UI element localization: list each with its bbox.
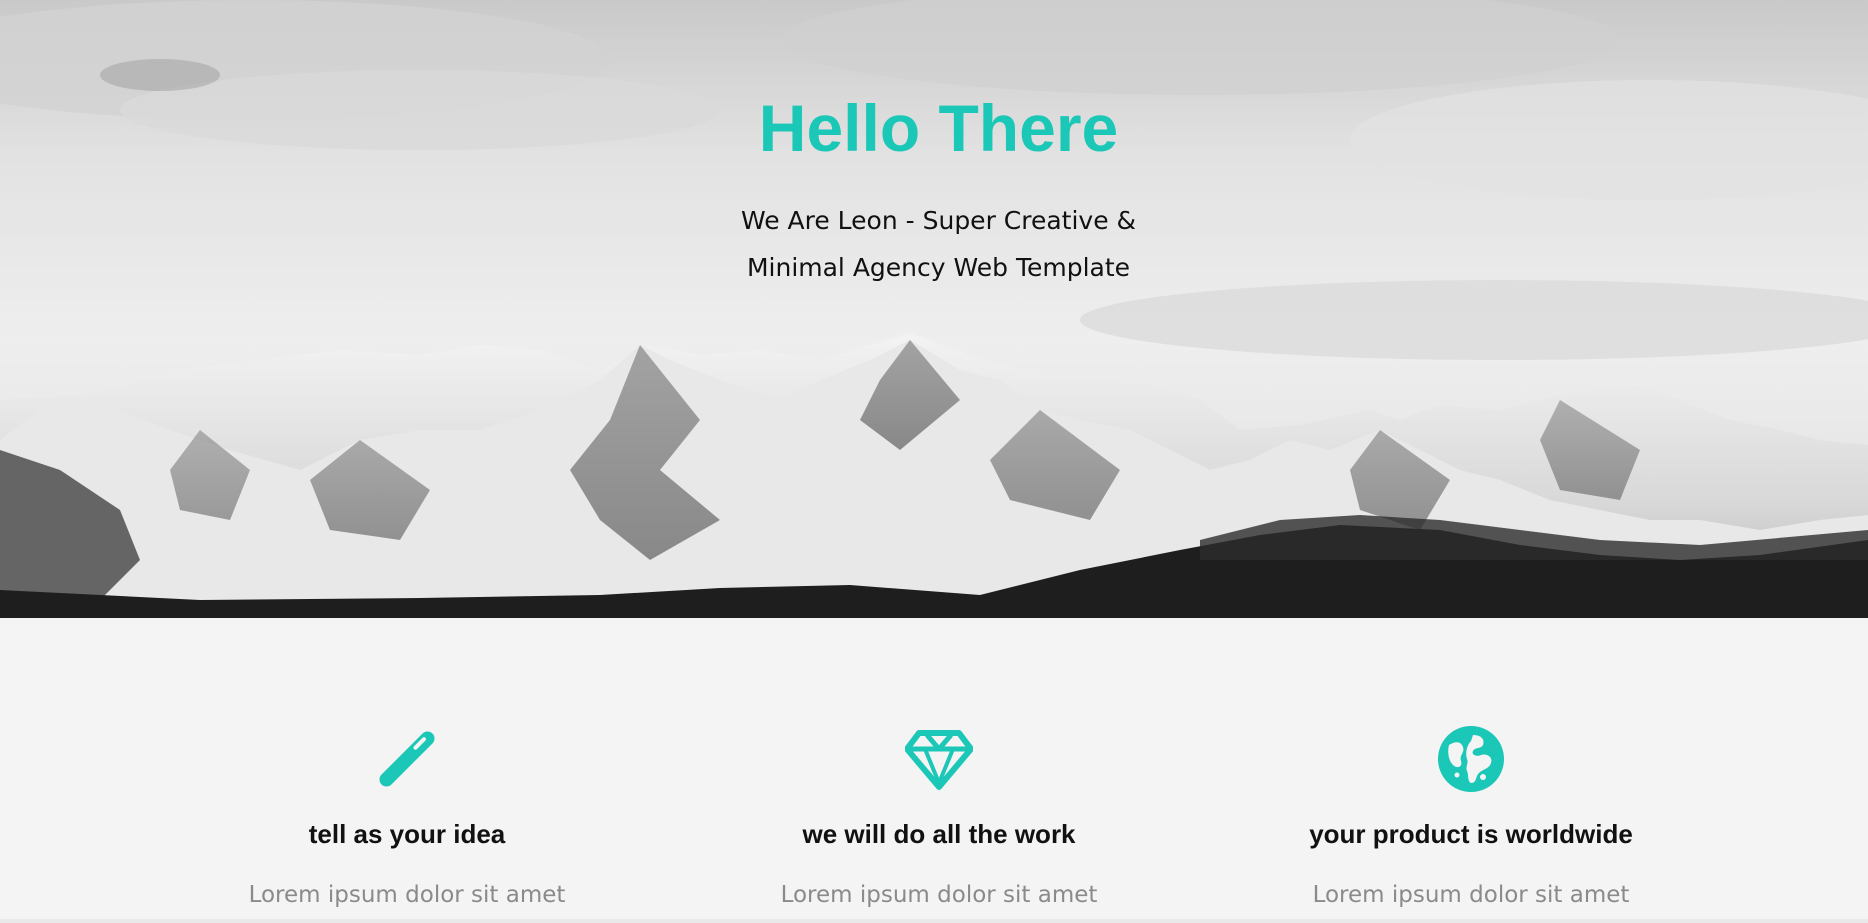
feature-title: tell as your idea [308,819,506,849]
pencil-icon [373,725,441,793]
feature-title: we will do all the work [802,819,1076,849]
hero-title: Hello There [758,91,1119,165]
hero-section: Hello There We Are Leon - Super Creative… [0,0,1868,618]
feature-card-idea: tell as your idea Lorem ipsum dolor sit … [187,618,627,923]
features-section: tell as your idea Lorem ipsum dolor sit … [0,618,1868,923]
feature-text: Lorem ipsum dolor sit amet [1312,882,1630,908]
landing-page: Hello There We Are Leon - Super Creative… [0,0,1868,923]
page-bottom-edge [0,919,1868,923]
feature-title: your product is worldwide [1309,819,1633,849]
feature-text: Lorem ipsum dolor sit amet [780,882,1098,908]
hero-subtitle-line-2: Minimal Agency Web Template [746,253,1131,282]
hero-subtitle: We Are Leon - Super Creative & Minimal A… [0,197,1868,291]
feature-card-work: we will do all the work Lorem ipsum dolo… [719,618,1159,923]
diamond-icon [905,725,973,793]
feature-text: Lorem ipsum dolor sit amet [248,882,566,908]
feature-card-worldwide: your product is worldwide Lorem ipsum do… [1251,618,1691,923]
globe-icon [1437,725,1505,793]
hero-subtitle-line-1: We Are Leon - Super Creative & [740,206,1137,235]
